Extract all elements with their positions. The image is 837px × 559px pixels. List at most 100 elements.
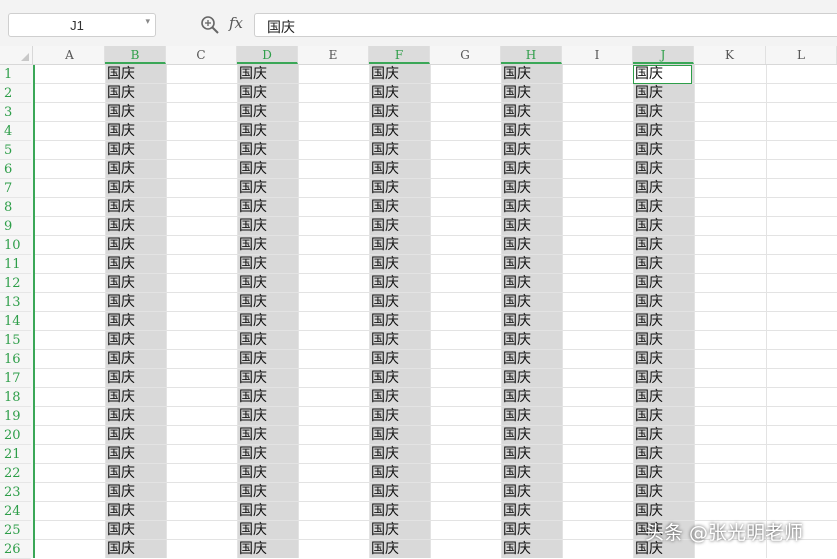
cell-B18[interactable]: 国庆 (105, 388, 166, 407)
cell-D7[interactable]: 国庆 (237, 179, 298, 198)
cell-F1[interactable]: 国庆 (369, 65, 430, 84)
row-header-11[interactable]: 11 (0, 255, 31, 274)
cell-F24[interactable]: 国庆 (369, 502, 430, 521)
column-header-F[interactable]: F (369, 46, 430, 64)
cell-D13[interactable]: 国庆 (237, 293, 298, 312)
cell-D24[interactable]: 国庆 (237, 502, 298, 521)
row-header-14[interactable]: 14 (0, 312, 31, 331)
cell-H26[interactable]: 国庆 (501, 540, 562, 558)
column-header-C[interactable]: C (166, 46, 237, 64)
cell-B4[interactable]: 国庆 (105, 122, 166, 141)
cell-H13[interactable]: 国庆 (501, 293, 562, 312)
cell-B26[interactable]: 国庆 (105, 540, 166, 558)
cell-H12[interactable]: 国庆 (501, 274, 562, 293)
cell-grid[interactable]: 国庆 国庆 国庆 国庆 国庆 国庆 国庆 国庆 国庆 国庆 国庆 国庆 国庆 国庆 国庆 国庆 国庆 国庆 国庆 国庆… (35, 65, 837, 558)
cell-F26[interactable]: 国庆 (369, 540, 430, 558)
cell-F23[interactable]: 国庆 (369, 483, 430, 502)
column-header-K[interactable]: K (694, 46, 766, 64)
cell-B8[interactable]: 国庆 (105, 198, 166, 217)
cell-J7[interactable]: 国庆 (633, 179, 694, 198)
cell-D25[interactable]: 国庆 (237, 521, 298, 540)
row-header-17[interactable]: 17 (0, 369, 31, 388)
cell-F19[interactable]: 国庆 (369, 407, 430, 426)
cell-B5[interactable]: 国庆 (105, 141, 166, 160)
cell-F6[interactable]: 国庆 (369, 160, 430, 179)
column-header-B[interactable]: B (105, 46, 166, 64)
row-header-20[interactable]: 20 (0, 426, 31, 445)
cell-B3[interactable]: 国庆 (105, 103, 166, 122)
cell-D1[interactable]: 国庆 (237, 65, 298, 84)
cell-F25[interactable]: 国庆 (369, 521, 430, 540)
cell-H5[interactable]: 国庆 (501, 141, 562, 160)
cell-F8[interactable]: 国庆 (369, 198, 430, 217)
cell-J2[interactable]: 国庆 (633, 84, 694, 103)
cell-D17[interactable]: 国庆 (237, 369, 298, 388)
row-header-4[interactable]: 4 (0, 122, 31, 141)
row-header-22[interactable]: 22 (0, 464, 31, 483)
column-header-D[interactable]: D (237, 46, 298, 64)
cell-D6[interactable]: 国庆 (237, 160, 298, 179)
row-header-6[interactable]: 6 (0, 160, 31, 179)
cell-H17[interactable]: 国庆 (501, 369, 562, 388)
cell-F10[interactable]: 国庆 (369, 236, 430, 255)
cell-H25[interactable]: 国庆 (501, 521, 562, 540)
row-header-1[interactable]: 1 (0, 65, 31, 84)
cell-B12[interactable]: 国庆 (105, 274, 166, 293)
cell-B25[interactable]: 国庆 (105, 521, 166, 540)
cell-J21[interactable]: 国庆 (633, 445, 694, 464)
cell-D23[interactable]: 国庆 (237, 483, 298, 502)
cell-F12[interactable]: 国庆 (369, 274, 430, 293)
fx-icon[interactable]: fx (229, 14, 243, 32)
cell-H20[interactable]: 国庆 (501, 426, 562, 445)
cell-D20[interactable]: 国庆 (237, 426, 298, 445)
row-header-2[interactable]: 2 (0, 84, 31, 103)
row-header-13[interactable]: 13 (0, 293, 31, 312)
cell-J11[interactable]: 国庆 (633, 255, 694, 274)
cell-F2[interactable]: 国庆 (369, 84, 430, 103)
cell-D4[interactable]: 国庆 (237, 122, 298, 141)
cell-H8[interactable]: 国庆 (501, 198, 562, 217)
row-header-7[interactable]: 7 (0, 179, 31, 198)
cell-H1[interactable]: 国庆 (501, 65, 562, 84)
cell-B7[interactable]: 国庆 (105, 179, 166, 198)
name-box[interactable]: J1 ▾ (8, 13, 156, 37)
cell-B17[interactable]: 国庆 (105, 369, 166, 388)
cell-J9[interactable]: 国庆 (633, 217, 694, 236)
cell-D10[interactable]: 国庆 (237, 236, 298, 255)
cell-H21[interactable]: 国庆 (501, 445, 562, 464)
cell-J1[interactable]: 国庆 (633, 65, 694, 84)
cell-D18[interactable]: 国庆 (237, 388, 298, 407)
cell-H6[interactable]: 国庆 (501, 160, 562, 179)
cell-F21[interactable]: 国庆 (369, 445, 430, 464)
cell-F7[interactable]: 国庆 (369, 179, 430, 198)
cell-J15[interactable]: 国庆 (633, 331, 694, 350)
cell-D21[interactable]: 国庆 (237, 445, 298, 464)
formula-input[interactable]: 国庆 (254, 13, 837, 37)
cell-B21[interactable]: 国庆 (105, 445, 166, 464)
cell-J5[interactable]: 国庆 (633, 141, 694, 160)
cell-B24[interactable]: 国庆 (105, 502, 166, 521)
column-header-I[interactable]: I (562, 46, 633, 64)
cell-D26[interactable]: 国庆 (237, 540, 298, 558)
cell-D14[interactable]: 国庆 (237, 312, 298, 331)
cell-H7[interactable]: 国庆 (501, 179, 562, 198)
column-header-G[interactable]: G (430, 46, 501, 64)
column-header-H[interactable]: H (501, 46, 562, 64)
cell-B1[interactable]: 国庆 (105, 65, 166, 84)
cell-F11[interactable]: 国庆 (369, 255, 430, 274)
column-header-J[interactable]: J (633, 46, 694, 64)
cell-J16[interactable]: 国庆 (633, 350, 694, 369)
cell-H19[interactable]: 国庆 (501, 407, 562, 426)
select-all-button[interactable] (0, 46, 33, 64)
cell-F17[interactable]: 国庆 (369, 369, 430, 388)
cell-F3[interactable]: 国庆 (369, 103, 430, 122)
cell-H9[interactable]: 国庆 (501, 217, 562, 236)
row-header-12[interactable]: 12 (0, 274, 31, 293)
zoom-search-icon[interactable] (200, 15, 220, 35)
row-header-8[interactable]: 8 (0, 198, 31, 217)
cell-D22[interactable]: 国庆 (237, 464, 298, 483)
cell-J8[interactable]: 国庆 (633, 198, 694, 217)
row-header-18[interactable]: 18 (0, 388, 31, 407)
cell-J20[interactable]: 国庆 (633, 426, 694, 445)
cell-H3[interactable]: 国庆 (501, 103, 562, 122)
